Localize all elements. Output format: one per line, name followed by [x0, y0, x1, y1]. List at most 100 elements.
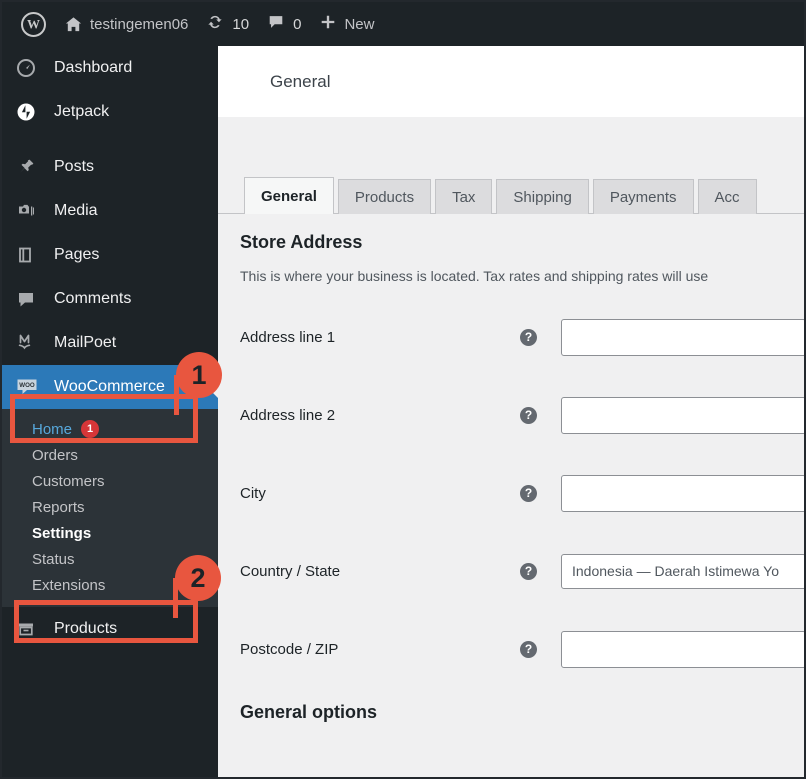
submenu-item-orders[interactable]: Orders: [2, 442, 218, 468]
submenu-label-orders: Orders: [32, 446, 78, 464]
tab-label-payments: Payments: [609, 188, 677, 206]
submenu-item-home[interactable]: Home 1: [2, 416, 218, 442]
sidebar-item-comments[interactable]: Comments: [2, 277, 218, 321]
input-address-line-1[interactable]: [561, 318, 804, 356]
submenu-item-extensions[interactable]: Extensions: [2, 572, 218, 598]
help-question-icon[interactable]: ?: [520, 562, 537, 580]
settings-body: General Products Tax Shipping Payments A…: [218, 174, 804, 723]
page-title: General: [270, 71, 331, 91]
jetpack-bolt-icon: [16, 102, 42, 122]
tab-label-general: General: [261, 187, 317, 205]
label-address-line-1: Address line 1: [240, 328, 336, 346]
select-country-state[interactable]: Indonesia — Daerah Istimewa Yo: [561, 553, 804, 589]
admin-bar: testingemen06 10 0: [2, 2, 804, 46]
submenu-label-home: Home: [32, 420, 73, 438]
new-content-menu[interactable]: New: [310, 2, 383, 46]
wordpress-admin-screen: testingemen06 10 0: [0, 0, 806, 779]
house-icon: [64, 15, 83, 34]
sidebar-label-jetpack: Jetpack: [54, 103, 110, 120]
content-header-bar: General: [218, 46, 804, 117]
updates-icon: [206, 13, 224, 35]
sidebar-item-dashboard[interactable]: Dashboard: [2, 46, 218, 90]
tab-label-shipping: Shipping: [513, 188, 572, 206]
woocommerce-submenu: Home 1 Orders Customers Reports Settings…: [2, 409, 218, 607]
sidebar-label-posts: Posts: [54, 158, 95, 175]
label-country-state: Country / State: [240, 562, 341, 580]
sidebar-item-posts[interactable]: Posts: [2, 145, 218, 189]
label-postcode-zip: Postcode / ZIP: [240, 640, 339, 658]
submenu-item-status[interactable]: Status: [2, 546, 218, 572]
pin-icon: [16, 157, 42, 177]
woocommerce-icon: WOO: [16, 377, 42, 397]
tab-accounts[interactable]: Acc: [697, 179, 757, 214]
tab-shipping[interactable]: Shipping: [496, 179, 589, 214]
sidebar-label-products: Products: [54, 620, 118, 637]
submenu-item-customers[interactable]: Customers: [2, 468, 218, 494]
site-name-menu[interactable]: testingemen06: [55, 2, 197, 46]
sidebar-item-mailpoet[interactable]: MailPoet: [2, 321, 218, 365]
store-address-form: Address line 1 ? Address line 2 ? City ?…: [218, 298, 804, 688]
submenu-item-settings[interactable]: Settings: [2, 520, 218, 546]
sidebar-item-products[interactable]: Products: [2, 607, 218, 651]
pages-icon: [16, 245, 42, 265]
form-row-address-line-1: Address line 1 ?: [218, 298, 804, 376]
sidebar-item-pages[interactable]: Pages: [2, 233, 218, 277]
submenu-label-extensions: Extensions: [32, 576, 106, 594]
media-camera-icon: [16, 201, 42, 221]
comments-menu[interactable]: 0: [258, 2, 310, 46]
submenu-label-reports: Reports: [32, 498, 85, 516]
input-city[interactable]: [561, 474, 804, 512]
form-row-address-line-2: Address line 2 ?: [218, 376, 804, 454]
mailpoet-icon: [16, 332, 42, 354]
plus-icon: [319, 13, 337, 35]
sidebar-item-jetpack[interactable]: Jetpack: [2, 90, 218, 134]
tab-general[interactable]: General: [244, 177, 334, 214]
admin-sidebar-menu: Dashboard Jetpack Posts Media Pages Comm…: [2, 46, 218, 777]
form-row-postcode-zip: Postcode / ZIP ?: [218, 610, 804, 688]
sidebar-label-comments: Comments: [54, 290, 132, 307]
tab-label-products: Products: [354, 188, 415, 206]
submenu-label-customers: Customers: [32, 472, 105, 490]
store-address-heading: Store Address: [240, 232, 363, 252]
comments-count: 0: [293, 15, 302, 33]
comment-bubble-icon: [267, 13, 285, 35]
site-name-label: testingemen06: [90, 15, 189, 33]
form-row-country-state: Country / State ? Indonesia — Daerah Ist…: [218, 532, 804, 610]
submenu-item-reports[interactable]: Reports: [2, 494, 218, 520]
input-address-line-2[interactable]: [561, 396, 804, 434]
help-question-icon[interactable]: ?: [520, 484, 537, 502]
sidebar-label-dashboard: Dashboard: [54, 59, 133, 76]
updates-menu[interactable]: 10: [197, 2, 258, 46]
dashboard-gauge-icon: [16, 58, 42, 78]
submenu-label-status: Status: [32, 550, 75, 568]
wordpress-logo-icon: [21, 11, 46, 37]
sidebar-label-mailpoet: MailPoet: [54, 334, 117, 351]
current-menu-arrow-icon: [207, 376, 218, 398]
sidebar-item-media[interactable]: Media: [2, 189, 218, 233]
tab-label-tax: Tax: [452, 188, 476, 206]
sidebar-item-woocommerce[interactable]: WOO WooCommerce: [2, 365, 218, 409]
help-question-icon[interactable]: ?: [520, 640, 537, 658]
sidebar-separator: [2, 134, 218, 145]
help-question-icon[interactable]: ?: [520, 406, 537, 424]
tab-payments[interactable]: Payments: [592, 179, 694, 214]
submenu-label-settings: Settings: [32, 524, 92, 542]
general-options-heading: General options: [240, 702, 378, 722]
input-postcode-zip[interactable]: [561, 630, 804, 668]
tab-products[interactable]: Products: [337, 179, 432, 214]
wp-logo-menu[interactable]: [12, 2, 55, 46]
new-content-label: New: [344, 15, 375, 33]
label-city: City: [240, 484, 266, 502]
store-address-description: This is where your business is located. …: [240, 268, 709, 284]
sidebar-label-woocommerce: WooCommerce: [54, 378, 165, 395]
tab-tax[interactable]: Tax: [435, 179, 493, 214]
help-question-icon[interactable]: ?: [520, 328, 537, 346]
main-content-area: General General Products Tax Shipping Pa…: [218, 46, 804, 777]
form-row-city: City ?: [218, 454, 804, 532]
updates-count: 10: [232, 15, 250, 33]
sidebar-label-media: Media: [54, 202, 98, 219]
sidebar-label-pages: Pages: [54, 246, 100, 263]
settings-tabs: General Products Tax Shipping Payments A…: [218, 174, 804, 214]
products-box-icon: [16, 619, 42, 639]
svg-text:WOO: WOO: [19, 382, 35, 389]
